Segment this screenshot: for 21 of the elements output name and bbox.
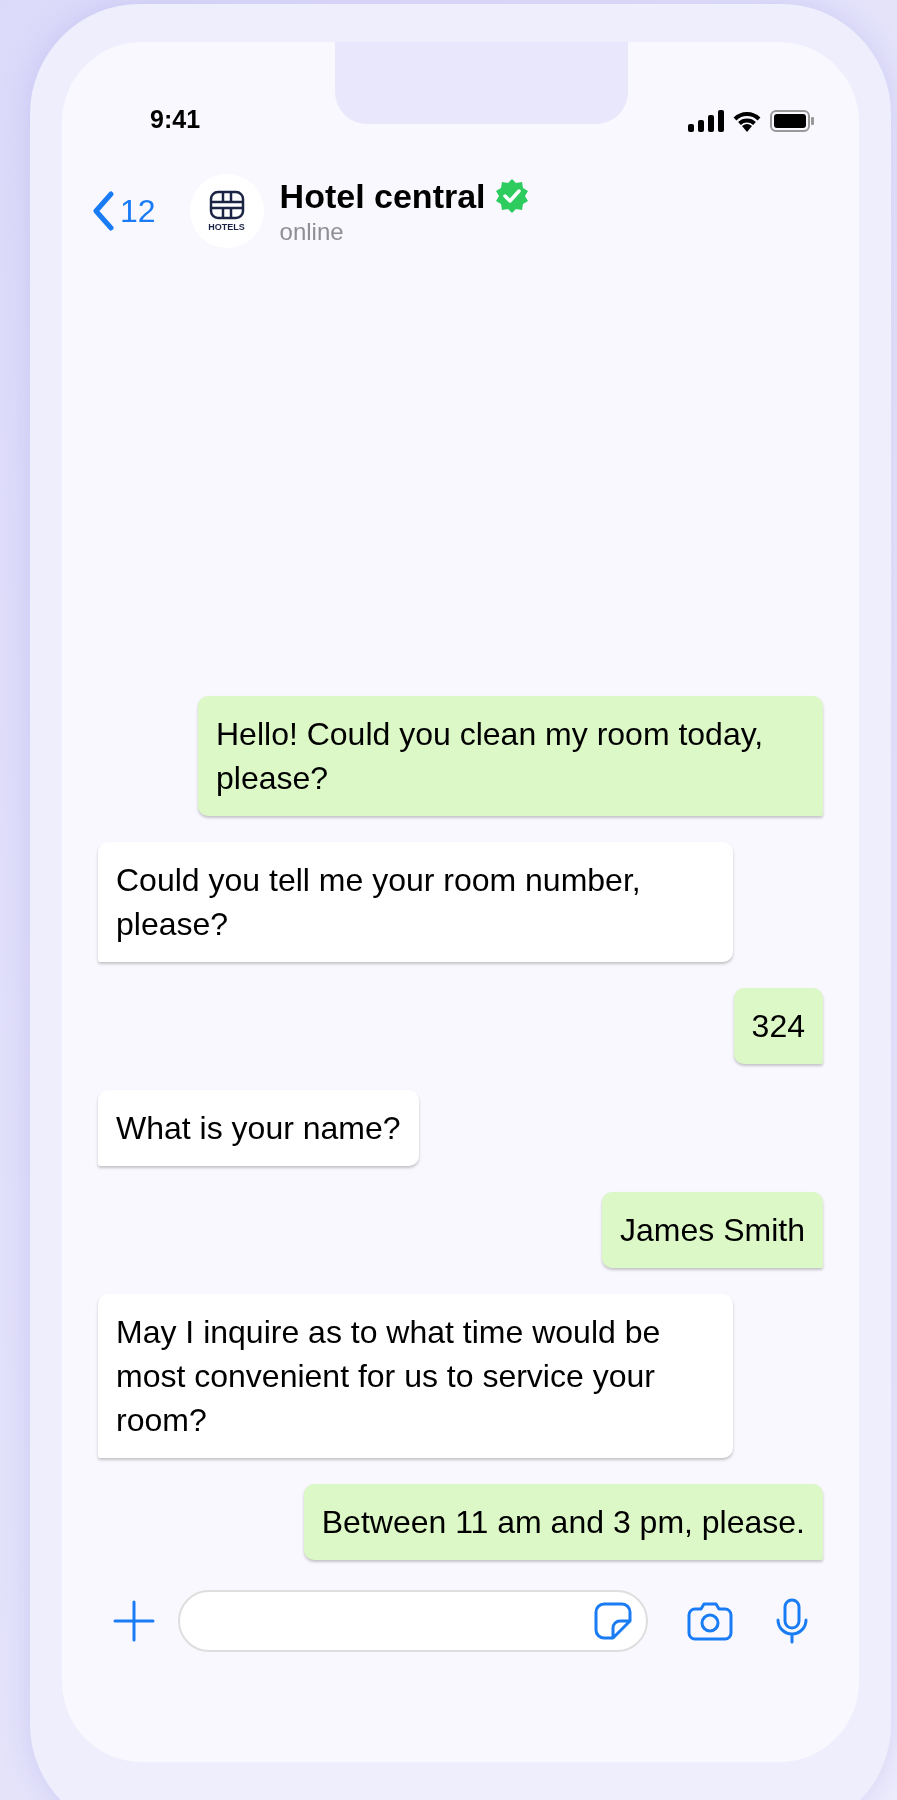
- sent-message: Between 11 am and 3 pm, please.: [303, 1484, 823, 1560]
- sent-message: 324: [733, 988, 823, 1064]
- back-button[interactable]: 12: [92, 187, 156, 235]
- chevron-left-icon: [92, 191, 114, 231]
- received-message: May I inquire as to what time would be most convenient for us to service your room?: [98, 1294, 733, 1458]
- logo-text: HOTELS: [208, 223, 245, 232]
- battery-icon: [770, 110, 814, 132]
- sent-message: Hello! Could you clean my room today, please?: [198, 696, 823, 816]
- online-status: online: [279, 217, 345, 248]
- sent-message: James Smith: [602, 1192, 823, 1268]
- wifi-icon: [732, 110, 762, 132]
- add-button[interactable]: [112, 1599, 156, 1643]
- signal-icon: [688, 110, 724, 132]
- chat-title: Hotel central: [279, 175, 486, 217]
- microphone-icon: [775, 1598, 809, 1644]
- received-message: Could you tell me your room number, please?: [98, 842, 733, 962]
- camera-icon: [687, 1601, 733, 1641]
- plus-icon: [113, 1600, 155, 1642]
- sticker-icon: [594, 1602, 632, 1640]
- received-message: What is your name?: [98, 1090, 419, 1166]
- status-time: 9:41: [150, 107, 201, 132]
